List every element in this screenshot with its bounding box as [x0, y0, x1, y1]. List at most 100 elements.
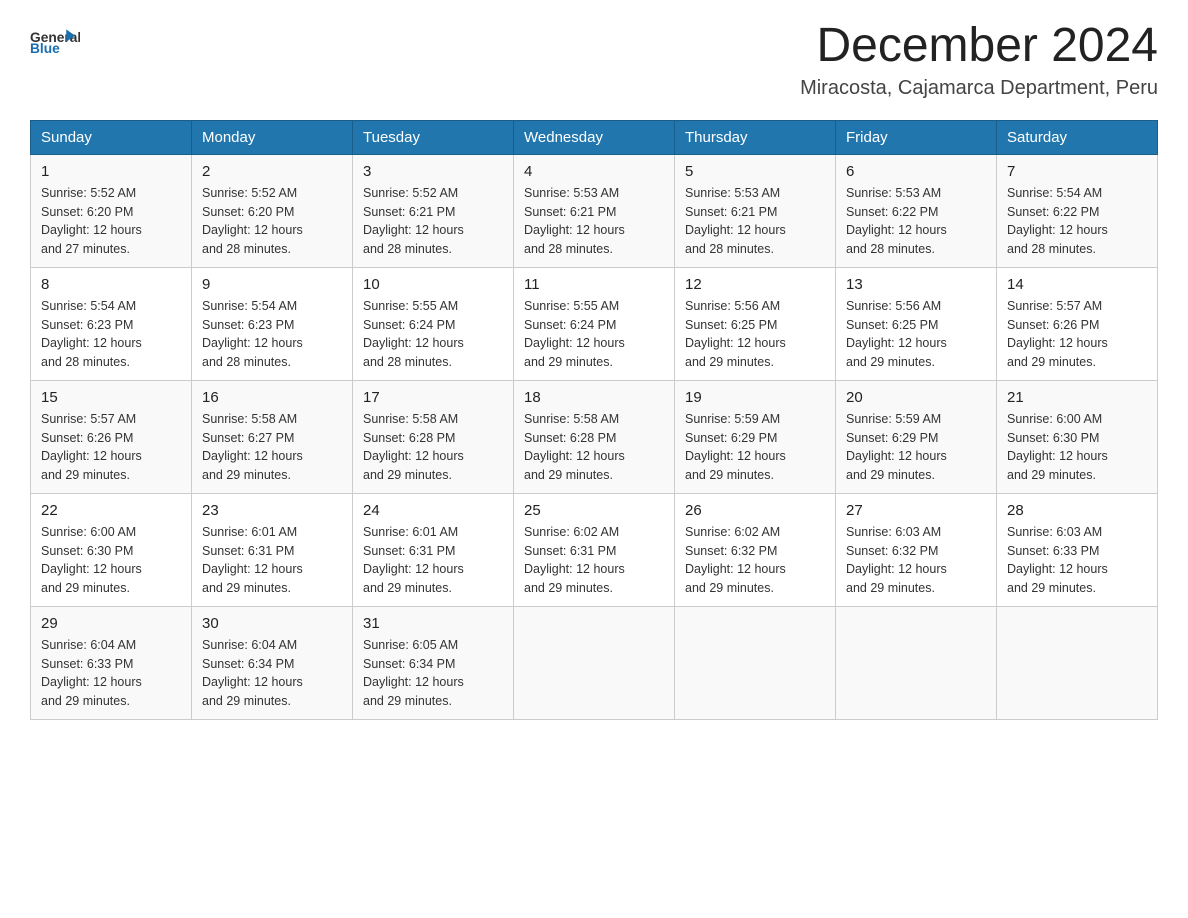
day-number: 20 [846, 389, 986, 406]
day-info: Sunrise: 5:57 AM Sunset: 6:26 PM Dayligh… [41, 410, 181, 485]
calendar-cell: 30 Sunrise: 6:04 AM Sunset: 6:34 PM Dayl… [192, 606, 353, 719]
week-row-1: 1 Sunrise: 5:52 AM Sunset: 6:20 PM Dayli… [31, 154, 1158, 267]
day-info: Sunrise: 5:58 AM Sunset: 6:27 PM Dayligh… [202, 410, 342, 485]
day-number: 13 [846, 276, 986, 293]
day-info: Sunrise: 6:01 AM Sunset: 6:31 PM Dayligh… [202, 523, 342, 598]
calendar-header-row: SundayMondayTuesdayWednesdayThursdayFrid… [31, 120, 1158, 154]
day-header-monday: Monday [192, 120, 353, 154]
day-info: Sunrise: 5:54 AM Sunset: 6:23 PM Dayligh… [202, 297, 342, 372]
calendar-cell: 5 Sunrise: 5:53 AM Sunset: 6:21 PM Dayli… [675, 154, 836, 267]
calendar-cell: 22 Sunrise: 6:00 AM Sunset: 6:30 PM Dayl… [31, 493, 192, 606]
day-number: 14 [1007, 276, 1147, 293]
calendar-cell: 14 Sunrise: 5:57 AM Sunset: 6:26 PM Dayl… [997, 267, 1158, 380]
day-number: 29 [41, 615, 181, 632]
calendar-cell: 4 Sunrise: 5:53 AM Sunset: 6:21 PM Dayli… [514, 154, 675, 267]
day-number: 26 [685, 502, 825, 519]
day-info: Sunrise: 6:00 AM Sunset: 6:30 PM Dayligh… [1007, 410, 1147, 485]
calendar-cell: 31 Sunrise: 6:05 AM Sunset: 6:34 PM Dayl… [353, 606, 514, 719]
day-info: Sunrise: 5:52 AM Sunset: 6:20 PM Dayligh… [41, 184, 181, 259]
day-header-saturday: Saturday [997, 120, 1158, 154]
day-number: 17 [363, 389, 503, 406]
day-info: Sunrise: 5:56 AM Sunset: 6:25 PM Dayligh… [846, 297, 986, 372]
day-number: 19 [685, 389, 825, 406]
month-title: December 2024 [800, 20, 1158, 73]
day-number: 15 [41, 389, 181, 406]
day-number: 24 [363, 502, 503, 519]
day-info: Sunrise: 5:59 AM Sunset: 6:29 PM Dayligh… [685, 410, 825, 485]
day-info: Sunrise: 5:53 AM Sunset: 6:21 PM Dayligh… [524, 184, 664, 259]
calendar-cell: 2 Sunrise: 5:52 AM Sunset: 6:20 PM Dayli… [192, 154, 353, 267]
calendar-cell: 23 Sunrise: 6:01 AM Sunset: 6:31 PM Dayl… [192, 493, 353, 606]
calendar-cell: 12 Sunrise: 5:56 AM Sunset: 6:25 PM Dayl… [675, 267, 836, 380]
day-info: Sunrise: 5:58 AM Sunset: 6:28 PM Dayligh… [524, 410, 664, 485]
calendar-cell: 6 Sunrise: 5:53 AM Sunset: 6:22 PM Dayli… [836, 154, 997, 267]
calendar-cell: 3 Sunrise: 5:52 AM Sunset: 6:21 PM Dayli… [353, 154, 514, 267]
day-number: 6 [846, 163, 986, 180]
day-number: 28 [1007, 502, 1147, 519]
location-title: Miracosta, Cajamarca Department, Peru [800, 77, 1158, 100]
day-number: 11 [524, 276, 664, 293]
day-info: Sunrise: 6:04 AM Sunset: 6:33 PM Dayligh… [41, 636, 181, 711]
calendar-cell: 1 Sunrise: 5:52 AM Sunset: 6:20 PM Dayli… [31, 154, 192, 267]
day-info: Sunrise: 5:54 AM Sunset: 6:22 PM Dayligh… [1007, 184, 1147, 259]
calendar-cell: 8 Sunrise: 5:54 AM Sunset: 6:23 PM Dayli… [31, 267, 192, 380]
calendar-cell: 17 Sunrise: 5:58 AM Sunset: 6:28 PM Dayl… [353, 380, 514, 493]
calendar-cell: 21 Sunrise: 6:00 AM Sunset: 6:30 PM Dayl… [997, 380, 1158, 493]
day-info: Sunrise: 5:52 AM Sunset: 6:20 PM Dayligh… [202, 184, 342, 259]
calendar-cell: 27 Sunrise: 6:03 AM Sunset: 6:32 PM Dayl… [836, 493, 997, 606]
calendar-cell [514, 606, 675, 719]
day-info: Sunrise: 6:05 AM Sunset: 6:34 PM Dayligh… [363, 636, 503, 711]
calendar-cell: 26 Sunrise: 6:02 AM Sunset: 6:32 PM Dayl… [675, 493, 836, 606]
calendar-cell: 19 Sunrise: 5:59 AM Sunset: 6:29 PM Dayl… [675, 380, 836, 493]
logo-icon: General Blue [30, 20, 80, 60]
day-number: 1 [41, 163, 181, 180]
day-number: 21 [1007, 389, 1147, 406]
week-row-3: 15 Sunrise: 5:57 AM Sunset: 6:26 PM Dayl… [31, 380, 1158, 493]
calendar-cell: 11 Sunrise: 5:55 AM Sunset: 6:24 PM Dayl… [514, 267, 675, 380]
day-info: Sunrise: 5:54 AM Sunset: 6:23 PM Dayligh… [41, 297, 181, 372]
day-info: Sunrise: 6:03 AM Sunset: 6:32 PM Dayligh… [846, 523, 986, 598]
day-number: 30 [202, 615, 342, 632]
day-header-sunday: Sunday [31, 120, 192, 154]
day-number: 23 [202, 502, 342, 519]
page-header: General Blue December 2024 Miracosta, Ca… [30, 20, 1158, 100]
day-number: 22 [41, 502, 181, 519]
day-number: 4 [524, 163, 664, 180]
day-info: Sunrise: 6:00 AM Sunset: 6:30 PM Dayligh… [41, 523, 181, 598]
day-number: 27 [846, 502, 986, 519]
calendar-cell [997, 606, 1158, 719]
calendar-cell: 25 Sunrise: 6:02 AM Sunset: 6:31 PM Dayl… [514, 493, 675, 606]
week-row-4: 22 Sunrise: 6:00 AM Sunset: 6:30 PM Dayl… [31, 493, 1158, 606]
day-info: Sunrise: 5:53 AM Sunset: 6:22 PM Dayligh… [846, 184, 986, 259]
day-header-friday: Friday [836, 120, 997, 154]
day-info: Sunrise: 6:01 AM Sunset: 6:31 PM Dayligh… [363, 523, 503, 598]
calendar-cell [675, 606, 836, 719]
day-info: Sunrise: 5:55 AM Sunset: 6:24 PM Dayligh… [363, 297, 503, 372]
day-number: 2 [202, 163, 342, 180]
day-number: 3 [363, 163, 503, 180]
calendar-cell [836, 606, 997, 719]
day-info: Sunrise: 5:53 AM Sunset: 6:21 PM Dayligh… [685, 184, 825, 259]
day-info: Sunrise: 6:04 AM Sunset: 6:34 PM Dayligh… [202, 636, 342, 711]
calendar-cell: 20 Sunrise: 5:59 AM Sunset: 6:29 PM Dayl… [836, 380, 997, 493]
calendar-table: SundayMondayTuesdayWednesdayThursdayFrid… [30, 120, 1158, 720]
day-info: Sunrise: 6:02 AM Sunset: 6:32 PM Dayligh… [685, 523, 825, 598]
day-info: Sunrise: 5:58 AM Sunset: 6:28 PM Dayligh… [363, 410, 503, 485]
calendar-cell: 16 Sunrise: 5:58 AM Sunset: 6:27 PM Dayl… [192, 380, 353, 493]
week-row-5: 29 Sunrise: 6:04 AM Sunset: 6:33 PM Dayl… [31, 606, 1158, 719]
day-number: 5 [685, 163, 825, 180]
day-info: Sunrise: 5:57 AM Sunset: 6:26 PM Dayligh… [1007, 297, 1147, 372]
day-number: 25 [524, 502, 664, 519]
title-section: December 2024 Miracosta, Cajamarca Depar… [800, 20, 1158, 100]
day-number: 8 [41, 276, 181, 293]
calendar-cell: 10 Sunrise: 5:55 AM Sunset: 6:24 PM Dayl… [353, 267, 514, 380]
day-number: 18 [524, 389, 664, 406]
day-info: Sunrise: 6:02 AM Sunset: 6:31 PM Dayligh… [524, 523, 664, 598]
day-info: Sunrise: 5:59 AM Sunset: 6:29 PM Dayligh… [846, 410, 986, 485]
day-number: 16 [202, 389, 342, 406]
calendar-cell: 18 Sunrise: 5:58 AM Sunset: 6:28 PM Dayl… [514, 380, 675, 493]
calendar-cell: 24 Sunrise: 6:01 AM Sunset: 6:31 PM Dayl… [353, 493, 514, 606]
week-row-2: 8 Sunrise: 5:54 AM Sunset: 6:23 PM Dayli… [31, 267, 1158, 380]
day-info: Sunrise: 5:56 AM Sunset: 6:25 PM Dayligh… [685, 297, 825, 372]
day-info: Sunrise: 6:03 AM Sunset: 6:33 PM Dayligh… [1007, 523, 1147, 598]
